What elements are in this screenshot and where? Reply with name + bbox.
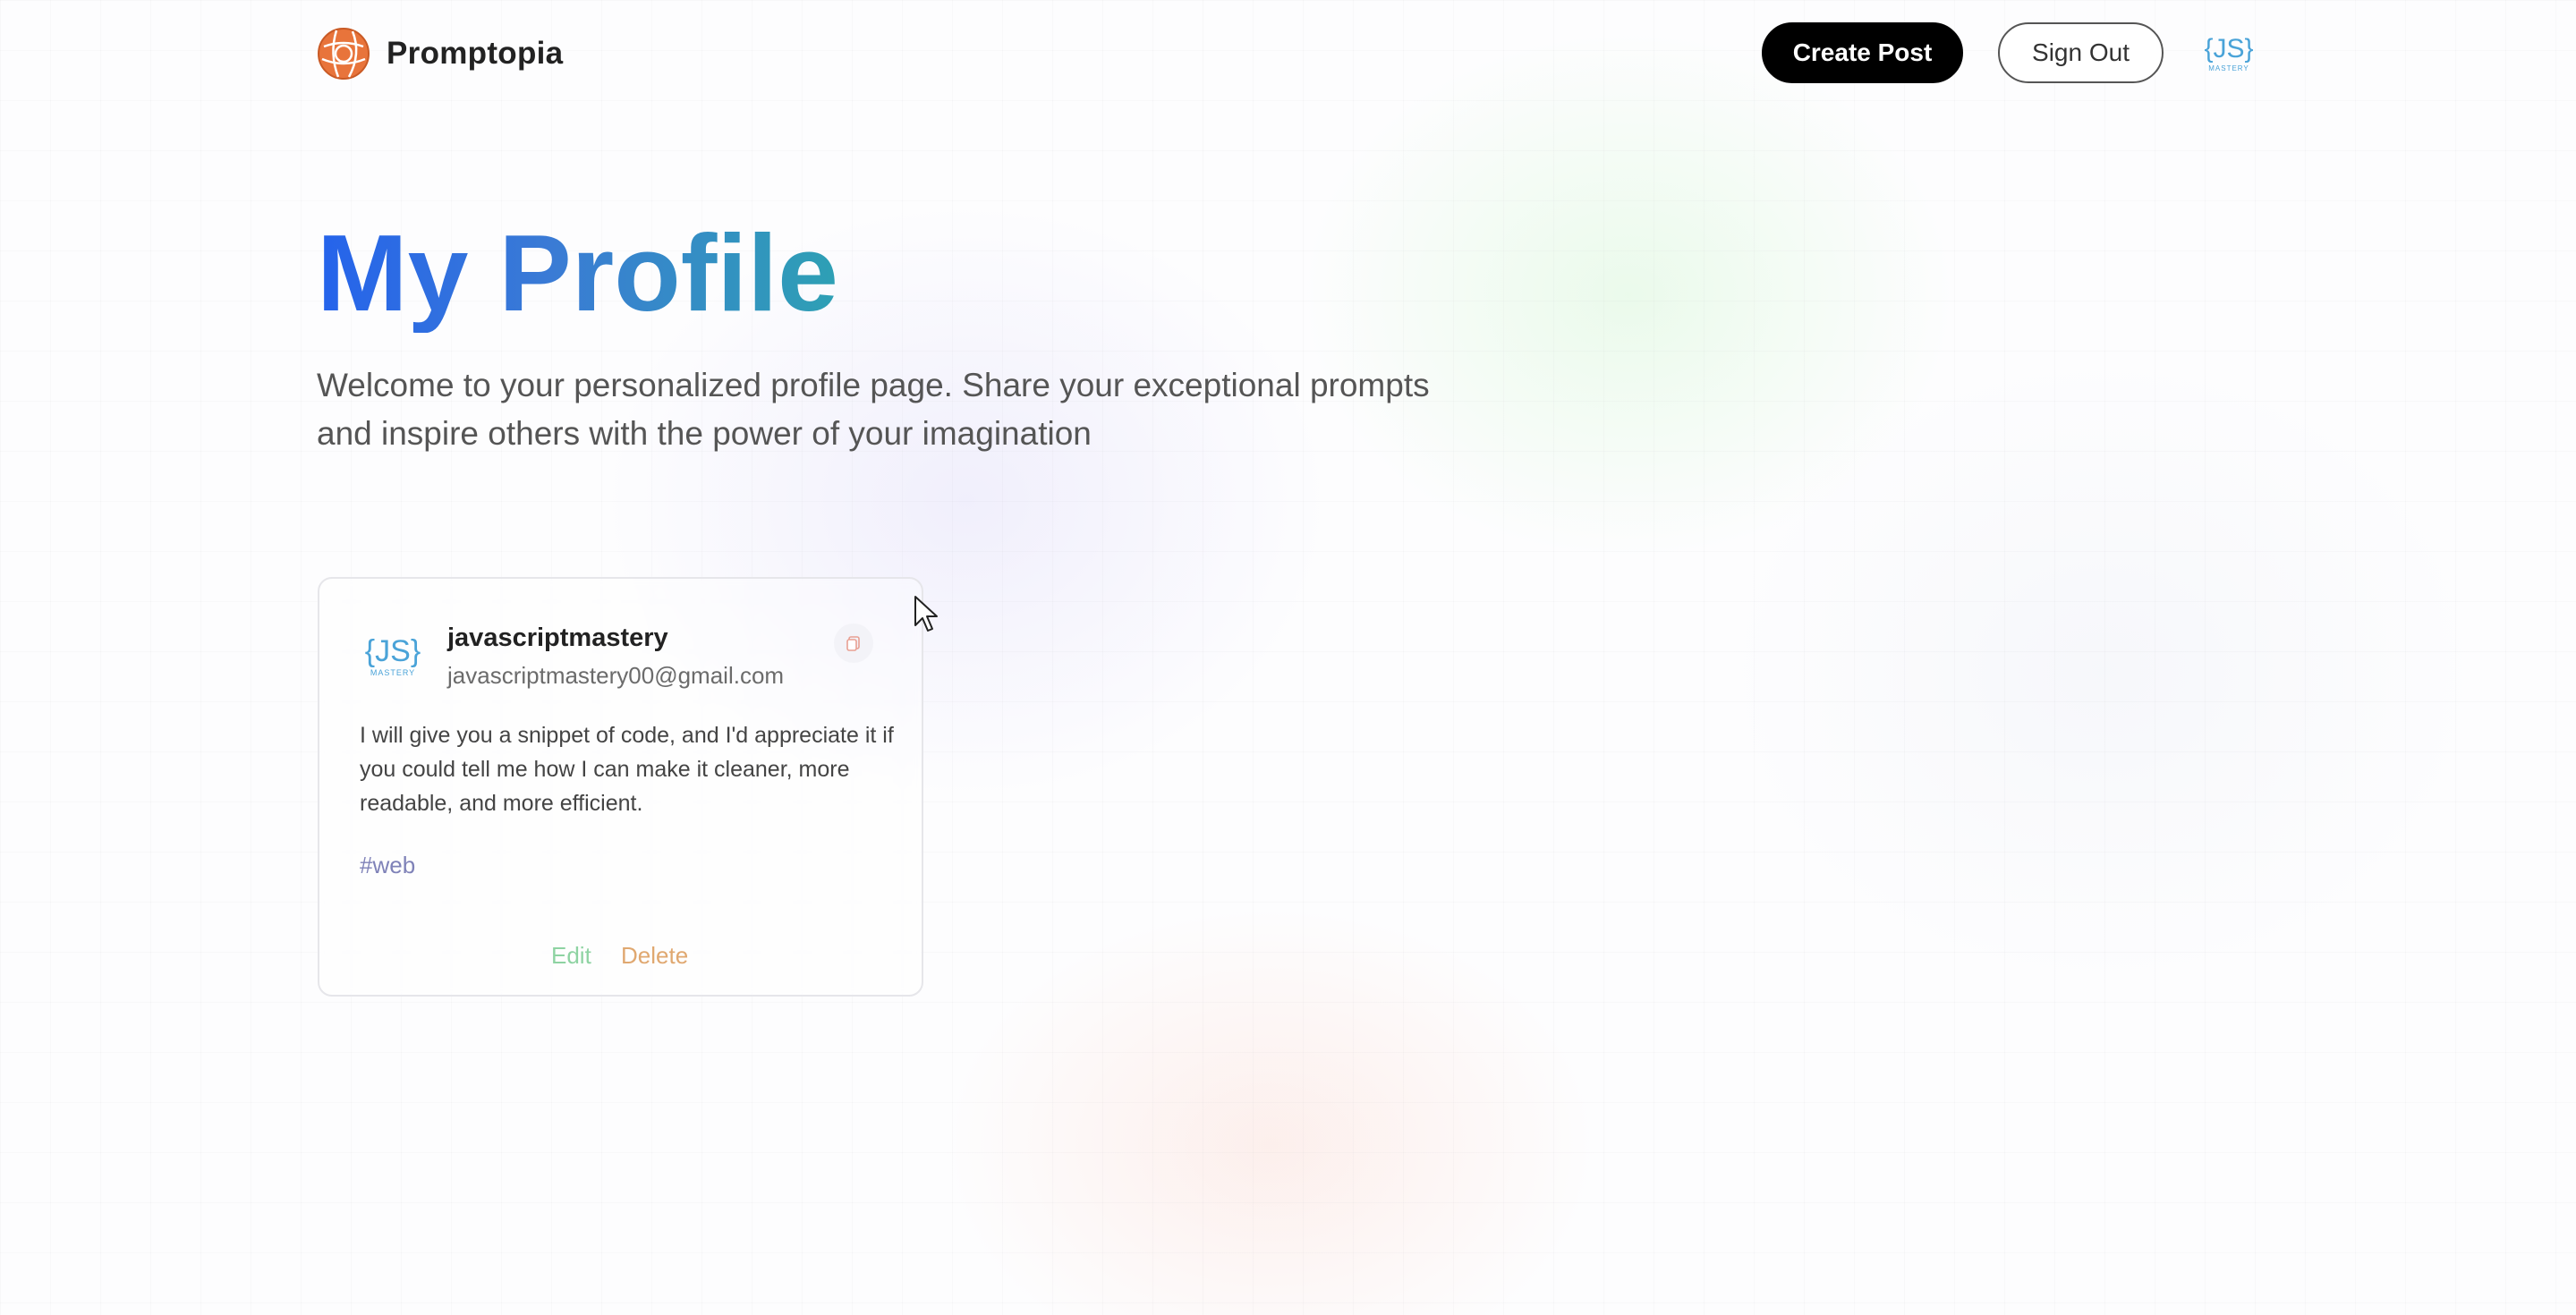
nav-logo-link[interactable]: Promptopia: [317, 27, 563, 81]
svg-text:{JS}: {JS}: [365, 634, 421, 668]
svg-text:MASTERY: MASTERY: [2208, 64, 2249, 72]
card-tag[interactable]: #web: [360, 852, 415, 879]
page-content: Promptopia Create Post Sign Out {JS} MAS…: [0, 0, 2576, 1315]
page-title: My Profile: [317, 212, 839, 334]
card-email: javascriptmastery00@gmail.com: [447, 662, 785, 689]
edit-button[interactable]: Edit: [551, 942, 591, 970]
js-mastery-logo-icon: {JS} MASTERY: [365, 634, 421, 677]
delete-button[interactable]: Delete: [621, 942, 688, 970]
card-prompt-text: I will give you a snippet of code, and I…: [360, 723, 894, 816]
prompt-card: {JS} MASTERY javascriptmastery javascrip…: [318, 577, 923, 997]
user-avatar[interactable]: {JS} MASTERY: [2203, 32, 2255, 80]
card-user-avatar[interactable]: {JS} MASTERY: [362, 632, 423, 685]
js-mastery-logo-icon: {JS} MASTERY: [2204, 34, 2253, 72]
sign-out-button[interactable]: Sign Out: [1998, 22, 2164, 83]
card-username[interactable]: javascriptmastery: [447, 624, 668, 653]
svg-text:MASTERY: MASTERY: [370, 668, 415, 677]
copy-icon: [846, 636, 860, 651]
copy-button[interactable]: [834, 624, 873, 663]
mouse-cursor-icon: [914, 596, 938, 632]
svg-text:{JS}: {JS}: [2204, 34, 2253, 64]
promptopia-logo-icon: [318, 28, 370, 80]
create-post-button[interactable]: Create Post: [1762, 22, 1963, 83]
page-description: Welcome to your personalized profile pag…: [317, 367, 1430, 452]
logo-text: Promptopia: [387, 36, 564, 71]
